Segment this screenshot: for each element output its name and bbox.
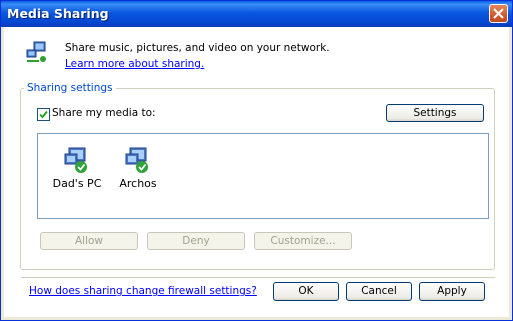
settings-button[interactable]: Settings [386, 104, 484, 122]
learn-more-link[interactable]: Learn more about sharing. [65, 58, 204, 70]
share-media-checkbox[interactable] [37, 108, 50, 121]
window-title: Media Sharing [7, 6, 109, 21]
allow-button[interactable]: Allow [40, 232, 138, 250]
close-button[interactable] [489, 4, 508, 23]
ok-button[interactable]: OK [273, 282, 339, 301]
deny-button[interactable]: Deny [147, 232, 245, 250]
close-icon [493, 8, 504, 19]
dialog-content: Share music, pictures, and video on your… [4, 27, 509, 317]
device-label: Dad's PC [52, 177, 102, 190]
computer-check-icon [64, 147, 87, 173]
share-media-label: Share my media to: [52, 107, 156, 119]
customize-button[interactable]: Customize... [254, 232, 352, 250]
cancel-button[interactable]: Cancel [346, 282, 412, 301]
checkmark-icon [39, 110, 48, 119]
title-bar[interactable]: Media Sharing [1, 1, 512, 27]
device-label: Archos [119, 177, 157, 190]
sharing-settings-legend: Sharing settings [24, 82, 116, 94]
computer-check-icon [125, 147, 148, 173]
footer-separator [21, 277, 495, 278]
intro-text: Share music, pictures, and video on your… [65, 42, 330, 54]
device-list[interactable]: Dad's PC Archos [37, 133, 489, 219]
media-sharing-icon [26, 41, 46, 62]
device-item-dads-pc[interactable]: Dad's PC [49, 145, 105, 190]
media-sharing-dialog: Media Sharing Share music, pictures, and… [0, 0, 513, 321]
firewall-help-link[interactable]: How does sharing change firewall setting… [29, 285, 257, 297]
apply-button[interactable]: Apply [419, 282, 485, 301]
device-item-archos[interactable]: Archos [110, 145, 166, 190]
